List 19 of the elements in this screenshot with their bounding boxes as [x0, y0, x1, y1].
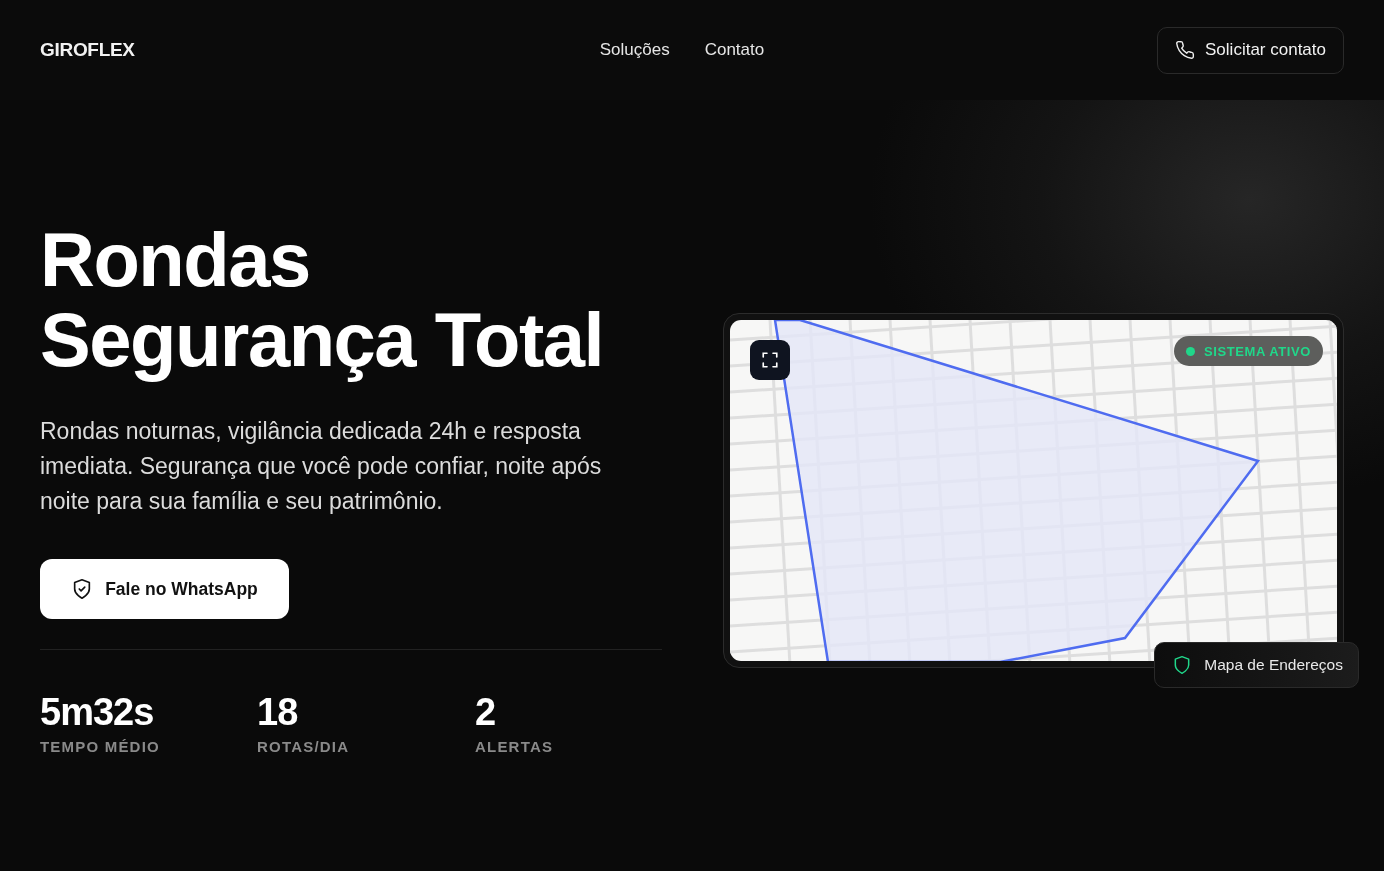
whatsapp-button[interactable]: Fale no WhatsApp — [40, 559, 289, 619]
logo[interactable]: GIROFLEX — [40, 39, 440, 61]
stat-value: 18 — [257, 690, 299, 734]
nav-link[interactable]: Soluções — [599, 40, 670, 60]
nav-link[interactable]: Contato — [704, 40, 765, 60]
hero-title: Rondas Segurança Total — [40, 220, 605, 380]
caption-text: Mapa de Endereços — [1204, 656, 1343, 674]
stat-value: 5m32s — [40, 690, 155, 734]
status-dot-icon — [1186, 346, 1195, 356]
status-text: SISTEMA ATIVO — [1204, 343, 1311, 359]
contact-button[interactable]: Solicitar contato — [1157, 26, 1344, 74]
stat-label: TEMPO MÉDIO — [40, 738, 161, 755]
fullscreen-button[interactable] — [750, 340, 790, 380]
stat-label: ALERTAS — [475, 738, 555, 755]
phone-icon — [1175, 40, 1196, 60]
fullscreen-icon — [761, 351, 779, 369]
stat-value: 2 — [475, 690, 497, 734]
hero-description: Rondas noturnas, vigilância dedicada 24h e resposta imediata. Segurança que você pode confiar, noite após noite para sua família e seu patrimônio. — [40, 417, 603, 516]
stat-label: ROTAS/DIA — [257, 738, 351, 755]
